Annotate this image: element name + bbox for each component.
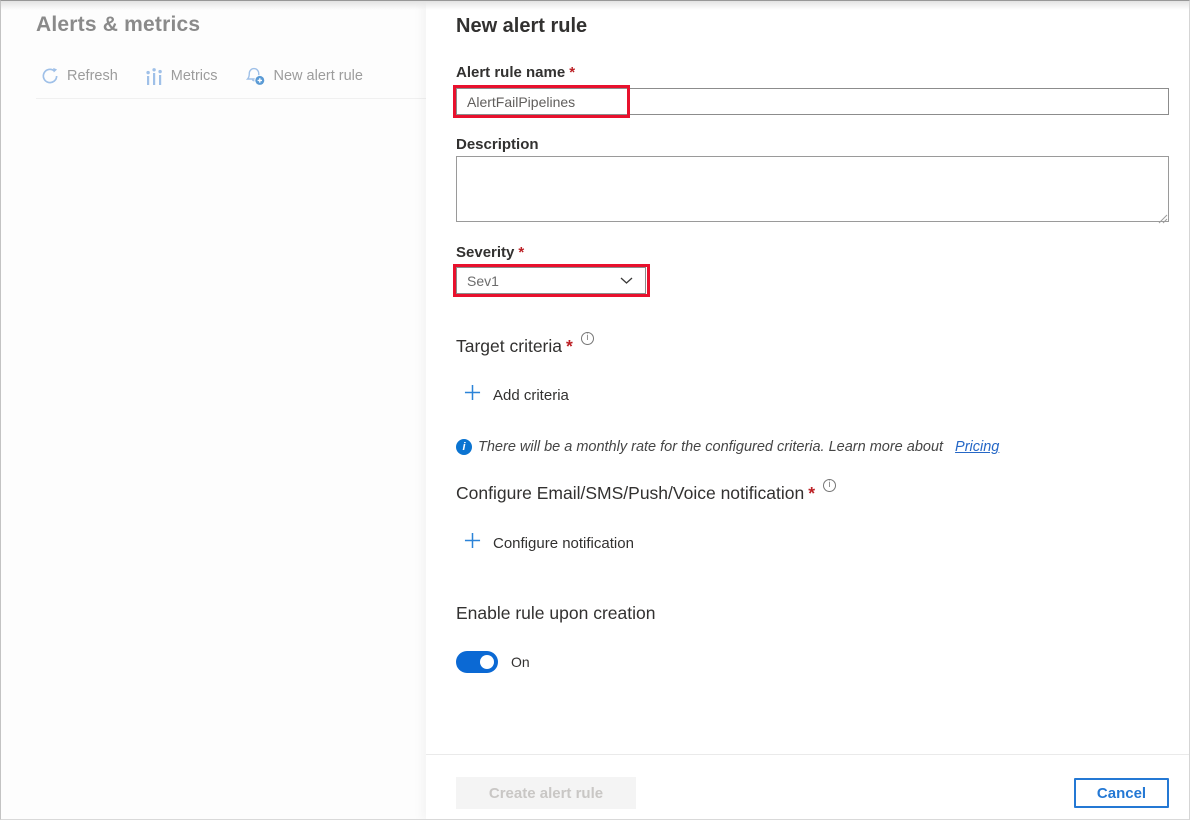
- pricing-link[interactable]: Pricing: [955, 439, 999, 455]
- new-alert-rule-panel: New alert rule Alert rule name* Descript…: [426, 1, 1189, 819]
- metrics-icon: [145, 67, 163, 85]
- metrics-button[interactable]: Metrics: [145, 67, 218, 85]
- pricing-note: There will be a monthly rate for the con…: [456, 439, 999, 455]
- cancel-button[interactable]: Cancel: [1074, 778, 1169, 808]
- toolbar-divider: [36, 98, 426, 99]
- alerts-list-panel: Alerts & metrics Refresh Metrics New ale…: [1, 1, 426, 819]
- toggle-state-label: On: [511, 654, 530, 670]
- alerts-metrics-window: Alerts & metrics Refresh Metrics New ale…: [0, 0, 1190, 820]
- enable-rule-toggle-row: On: [456, 651, 530, 673]
- add-criteria-label: Add criteria: [493, 386, 569, 404]
- toggle-knob: [480, 655, 494, 669]
- enable-rule-label: Enable rule upon creation: [456, 603, 656, 623]
- required-asterisk: *: [566, 336, 573, 356]
- info-icon[interactable]: [580, 332, 594, 345]
- severity-dropdown[interactable]: Sev1: [456, 267, 646, 294]
- panel-title: New alert rule: [456, 15, 588, 37]
- description-label: Description: [456, 136, 539, 153]
- chevron-down-icon: [620, 272, 633, 290]
- severity-selected-value: Sev1: [467, 272, 499, 289]
- notification-heading: Configure Email/SMS/Push/Voice notificat…: [456, 479, 837, 504]
- plus-icon: [464, 532, 481, 554]
- plus-icon: [464, 384, 481, 406]
- create-alert-rule-button[interactable]: Create alert rule: [456, 777, 636, 809]
- bell-add-icon: [245, 67, 266, 86]
- alerts-toolbar: Refresh Metrics New alert rule: [41, 61, 363, 91]
- info-icon[interactable]: [823, 479, 837, 492]
- page-title: Alerts & metrics: [36, 13, 201, 36]
- alert-rule-name-label: Alert rule name *: [456, 64, 576, 81]
- refresh-button[interactable]: Refresh: [41, 67, 118, 85]
- new-alert-rule-label: New alert rule: [273, 68, 363, 84]
- required-asterisk: *: [808, 483, 816, 503]
- metrics-label: Metrics: [170, 68, 218, 84]
- configure-notification-button[interactable]: Configure notification: [464, 532, 634, 554]
- refresh-label: Refresh: [67, 68, 118, 84]
- panel-footer: Create alert rule Cancel: [426, 754, 1189, 819]
- add-criteria-button[interactable]: Add criteria: [464, 384, 569, 406]
- new-alert-rule-button[interactable]: New alert rule: [245, 67, 363, 86]
- configure-notification-label: Configure notification: [493, 534, 634, 552]
- pricing-note-text: There will be a monthly rate for the con…: [478, 439, 944, 455]
- description-textarea[interactable]: [456, 156, 1169, 222]
- info-filled-icon: [456, 439, 472, 455]
- alert-rule-name-input[interactable]: [456, 88, 1169, 115]
- required-asterisk: *: [569, 64, 576, 81]
- required-asterisk: *: [518, 244, 525, 261]
- refresh-icon: [41, 67, 59, 85]
- severity-label: Severity *: [456, 244, 525, 261]
- enable-rule-toggle[interactable]: [456, 651, 498, 673]
- target-criteria-heading: Target criteria *: [456, 332, 594, 357]
